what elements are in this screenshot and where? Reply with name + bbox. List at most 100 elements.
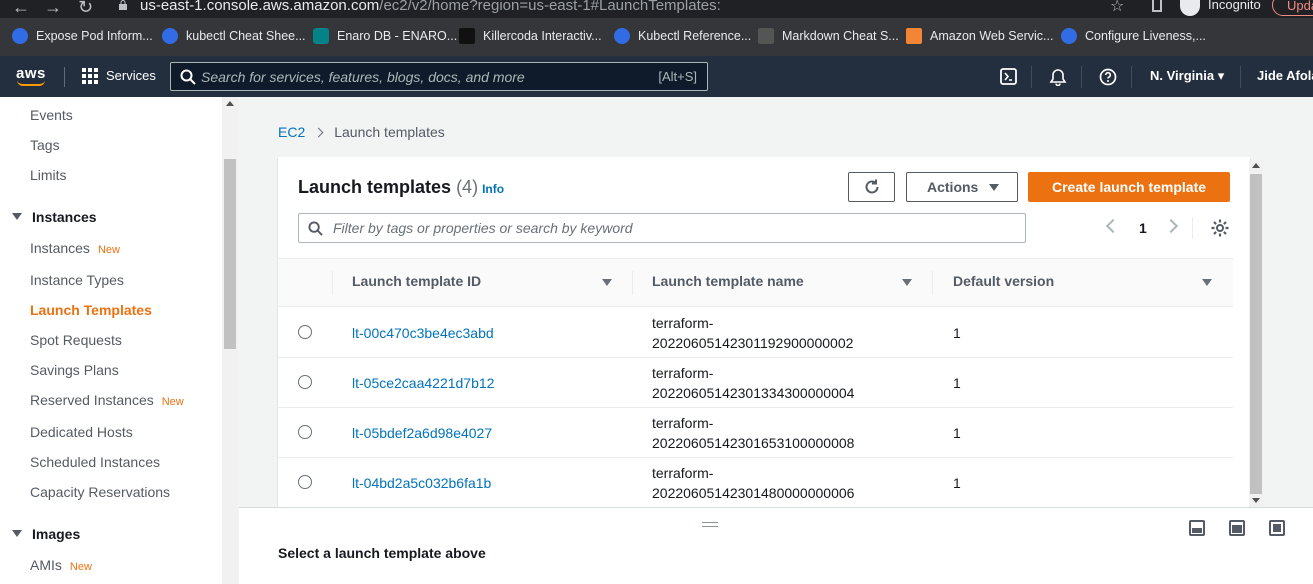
table-row[interactable]: lt-04bd2a5c032b6fa1b terraform- 20220605…: [278, 458, 1233, 507]
help-icon[interactable]: [1099, 68, 1117, 86]
previous-page-icon[interactable]: [1105, 218, 1121, 234]
breadcrumb-ec2-link[interactable]: EC2: [278, 124, 305, 140]
sidebar-item-launch-templates[interactable]: Launch Templates: [30, 302, 152, 318]
refresh-button[interactable]: [848, 172, 895, 202]
next-page-icon[interactable]: [1163, 218, 1179, 234]
url-text[interactable]: us-east-1.console.aws.amazon.com/ec2/v2/…: [140, 0, 721, 14]
lock-icon: [119, 0, 127, 10]
sort-icon[interactable]: [902, 279, 912, 286]
cloudshell-icon[interactable]: [1000, 68, 1017, 85]
sidebar-scrollbar[interactable]: [222, 97, 238, 584]
chevron-right-icon: [313, 127, 324, 138]
info-link[interactable]: Info: [482, 182, 504, 196]
template-name: terraform-: [652, 465, 714, 481]
column-header-id[interactable]: Launch template ID: [352, 273, 481, 289]
row-radio[interactable]: [298, 425, 312, 439]
table-row[interactable]: lt-05ce2caa4221d7b12 terraform- 20220605…: [278, 358, 1233, 408]
filter-box[interactable]: [298, 213, 1026, 243]
sidebar-item-tags[interactable]: Tags: [30, 137, 60, 153]
caret-down-icon: [12, 213, 22, 220]
sidebar-item-instance-types[interactable]: Instance Types: [30, 272, 124, 288]
sidebar-item-limits[interactable]: Limits: [30, 167, 67, 183]
main-content: EC2 Launch templates Launch templates (4)…: [239, 97, 1313, 584]
content-scroll-thumb[interactable]: [1250, 174, 1262, 494]
split-full-icon[interactable]: [1269, 520, 1285, 536]
actions-dropdown-button[interactable]: Actions: [906, 172, 1018, 202]
aws-box-icon: [906, 28, 922, 44]
split-panel-message: Select a launch template above: [278, 545, 486, 561]
sidebar-item-reserved-instances[interactable]: Reserved Instances New: [30, 392, 184, 408]
global-search-input[interactable]: [201, 67, 631, 87]
incognito-icon: [1180, 0, 1200, 16]
template-name-suffix: 20220605142301192900000002: [652, 335, 854, 351]
nav-divider: [1031, 66, 1032, 88]
template-id-link[interactable]: lt-05bdef2a6d98e4027: [352, 425, 492, 441]
forward-arrow-icon[interactable]: →: [44, 0, 62, 18]
back-arrow-icon[interactable]: ←: [12, 0, 30, 18]
create-launch-template-button[interactable]: Create launch template: [1028, 172, 1230, 202]
drag-handle-icon[interactable]: [702, 522, 718, 527]
template-name-suffix: 20220605142301480000000006: [652, 485, 855, 501]
template-id-link[interactable]: lt-04bd2a5c032b6fa1b: [352, 475, 491, 491]
services-grid-icon[interactable]: [82, 68, 98, 84]
kubernetes-icon: [1061, 28, 1077, 44]
browser-address-bar: ← → ↻ us-east-1.console.aws.amazon.com/e…: [0, 0, 1313, 18]
sidebar-item-spot-requests[interactable]: Spot Requests: [30, 332, 122, 348]
content-scrollbar[interactable]: [1249, 160, 1263, 507]
item-count: (4): [456, 177, 479, 197]
reload-icon[interactable]: ↻: [78, 0, 93, 18]
pager-divider: [1192, 217, 1193, 239]
template-name: terraform-: [652, 365, 714, 381]
tab-search-icon[interactable]: [1152, 0, 1162, 12]
breadcrumb-current: Launch templates: [334, 124, 445, 140]
search-icon: [308, 221, 323, 236]
kubernetes-icon: [162, 28, 178, 44]
sort-icon[interactable]: [1202, 279, 1212, 286]
scroll-up-arrow-icon[interactable]: [226, 101, 234, 106]
kubernetes-icon: [614, 28, 630, 44]
table-row[interactable]: lt-00c470c3be4ec3abd terraform- 20220605…: [278, 308, 1233, 358]
sidebar-item-dedicated-hosts[interactable]: Dedicated Hosts: [30, 424, 133, 440]
page-number[interactable]: 1: [1139, 220, 1147, 236]
launch-templates-panel: Launch templates (4) Info Actions Create …: [278, 157, 1250, 507]
bookmarks-bar: Expose Pod Inform... kubectl Cheat Shee.…: [0, 18, 1313, 56]
sidebar-item-capacity-reservations[interactable]: Capacity Reservations: [30, 484, 170, 500]
kubernetes-icon: [12, 28, 28, 44]
row-radio[interactable]: [298, 375, 312, 389]
scroll-up-arrow-icon[interactable]: [1252, 163, 1260, 168]
sidebar-scroll-thumb[interactable]: [224, 159, 236, 349]
global-search-box[interactable]: [Alt+S]: [170, 62, 708, 91]
sidebar-section-instances[interactable]: Instances: [12, 209, 97, 225]
scroll-down-arrow-icon[interactable]: [1252, 498, 1260, 503]
bookmark-star-icon[interactable]: ☆: [1110, 0, 1124, 16]
filter-input[interactable]: [333, 219, 1013, 237]
account-menu[interactable]: Jide Afolay: [1257, 68, 1313, 83]
region-selector[interactable]: N. Virginia ▾: [1150, 68, 1224, 84]
sidebar-item-scheduled-instances[interactable]: Scheduled Instances: [30, 454, 160, 470]
template-id-link[interactable]: lt-00c470c3be4ec3abd: [352, 325, 494, 341]
column-header-name[interactable]: Launch template name: [652, 273, 804, 289]
sidebar-item-savings-plans[interactable]: Savings Plans: [30, 362, 119, 378]
table-header: Launch template ID Launch template name …: [278, 258, 1233, 307]
column-divider: [932, 271, 933, 295]
sort-icon[interactable]: [602, 279, 612, 286]
sidebar-item-amis[interactable]: AMIs New: [30, 557, 92, 573]
new-badge: New: [97, 244, 120, 256]
row-radio[interactable]: [298, 475, 312, 489]
split-bottom-icon[interactable]: [1189, 520, 1205, 536]
sidebar-item-instances[interactable]: Instances New: [30, 240, 120, 256]
search-shortcut-hint: [Alt+S]: [658, 69, 697, 84]
sidebar-item-events[interactable]: Events: [30, 107, 73, 123]
row-radio[interactable]: [298, 325, 312, 339]
split-bottom-large-icon[interactable]: [1229, 520, 1245, 536]
nav-divider: [1131, 66, 1132, 88]
table-row[interactable]: lt-05bdef2a6d98e4027 terraform- 20220605…: [278, 408, 1233, 458]
services-menu-button[interactable]: Services: [106, 68, 156, 83]
gear-icon[interactable]: [1210, 218, 1230, 238]
template-id-link[interactable]: lt-05ce2caa4221d7b12: [352, 375, 494, 391]
update-button[interactable]: Upda: [1272, 0, 1313, 16]
new-badge: New: [161, 396, 184, 408]
column-header-version[interactable]: Default version: [953, 273, 1054, 289]
bell-icon[interactable]: [1049, 68, 1067, 86]
sidebar-section-images[interactable]: Images: [12, 526, 80, 542]
